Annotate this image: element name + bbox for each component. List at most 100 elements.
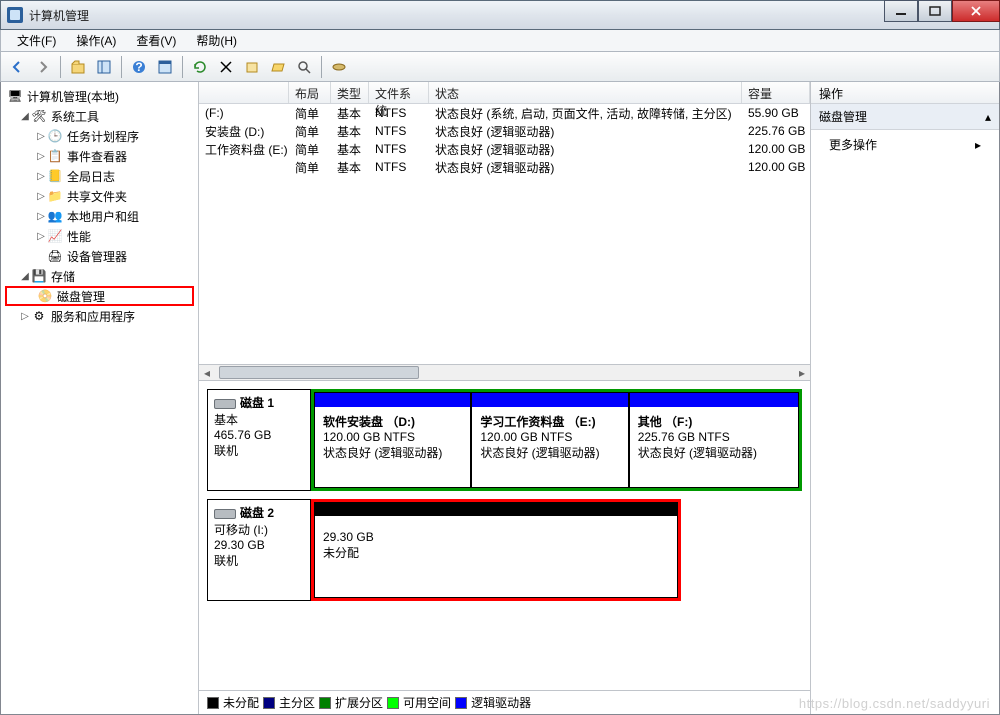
svg-text:?: ? bbox=[135, 60, 142, 74]
volume-f[interactable]: 其他 （F:) 225.76 GB NTFS 状态良好 (逻辑驱动器) bbox=[629, 392, 799, 488]
cell-status: 状态良好 (系统, 启动, 页面文件, 活动, 故障转储, 主分区) bbox=[429, 104, 742, 123]
menu-help[interactable]: 帮助(H) bbox=[188, 30, 245, 51]
expand-icon[interactable]: ▷ bbox=[35, 131, 47, 142]
tree-storage[interactable]: ◢💾存储 bbox=[1, 266, 198, 286]
cell-cap: 225.76 GB bbox=[742, 123, 810, 139]
tree-services-apps[interactable]: ▷⚙服务和应用程序 bbox=[1, 306, 198, 326]
actions-pane: 操作 磁盘管理 ▴ 更多操作 ▸ bbox=[811, 82, 999, 714]
vol-status: 未分配 bbox=[323, 544, 669, 561]
cell-fs: NTFS bbox=[369, 105, 429, 121]
table-row[interactable]: (F:) 简单 基本 NTFS 状态良好 (系统, 启动, 页面文件, 活动, … bbox=[199, 104, 810, 122]
table-row[interactable]: 简单 基本 NTFS 状态良好 (逻辑驱动器) 120.00 GB bbox=[199, 158, 810, 176]
menu-file[interactable]: 文件(F) bbox=[9, 30, 64, 51]
tree-item-label: 共享文件夹 bbox=[67, 188, 127, 205]
maximize-button[interactable] bbox=[918, 0, 952, 22]
cell-fs: NTFS bbox=[369, 123, 429, 139]
disk-type: 可移动 (I:) bbox=[214, 521, 304, 538]
menu-action[interactable]: 操作(A) bbox=[68, 30, 124, 51]
tree-system-tools[interactable]: ◢ 🛠 系统工具 bbox=[1, 106, 198, 126]
tree-task-scheduler[interactable]: ▷🕒任务计划程序 bbox=[1, 126, 198, 146]
forward-button[interactable] bbox=[31, 55, 55, 79]
cell-cap: 120.00 GB bbox=[742, 159, 810, 175]
col-fs[interactable]: 文件系统 bbox=[369, 82, 429, 103]
disk-settings-icon[interactable] bbox=[327, 55, 351, 79]
scrollbar-thumb[interactable] bbox=[219, 366, 419, 379]
folder-icon: 📁 bbox=[47, 188, 63, 204]
menu-view[interactable]: 查看(V) bbox=[128, 30, 184, 51]
expand-icon[interactable]: ▷ bbox=[35, 231, 47, 242]
tree-item-label: 本地用户和组 bbox=[67, 208, 139, 225]
close-button[interactable] bbox=[952, 0, 1000, 22]
table-row[interactable]: 安装盘 (D:) 简单 基本 NTFS 状态良好 (逻辑驱动器) 225.76 … bbox=[199, 122, 810, 140]
tree-item-label: 全局日志 bbox=[67, 168, 115, 185]
vol-title: 学习工作资料盘 （E:) bbox=[480, 413, 619, 430]
tree-disk-management[interactable]: 📀磁盘管理 bbox=[5, 286, 194, 306]
disk-name: 磁盘 2 bbox=[240, 506, 274, 520]
collapse-icon[interactable]: ◢ bbox=[19, 111, 31, 122]
search-icon[interactable] bbox=[292, 55, 316, 79]
help-button[interactable]: ? bbox=[127, 55, 151, 79]
cell-type: 基本 bbox=[331, 104, 369, 123]
scroll-right-icon[interactable]: ▸ bbox=[794, 365, 810, 380]
expand-icon[interactable]: ▷ bbox=[35, 191, 47, 202]
tree-local-users[interactable]: ▷👥本地用户和组 bbox=[1, 206, 198, 226]
tree-pane: 🖥 计算机管理(本地) ◢ 🛠 系统工具 ▷🕒任务计划程序 ▷📋事件查看器 ▷📒… bbox=[1, 82, 199, 714]
tree-device-manager[interactable]: 🖨设备管理器 bbox=[1, 246, 198, 266]
open-icon[interactable] bbox=[266, 55, 290, 79]
disk1-label[interactable]: 磁盘 1 基本 465.76 GB 联机 bbox=[207, 389, 311, 491]
disk-row-1: 磁盘 1 基本 465.76 GB 联机 软件安装盘 （D:) 120.00 G… bbox=[207, 389, 802, 491]
volume-d[interactable]: 软件安装盘 （D:) 120.00 GB NTFS 状态良好 (逻辑驱动器) bbox=[314, 392, 471, 488]
collapse-icon[interactable]: ◢ bbox=[19, 271, 31, 282]
refresh-button[interactable] bbox=[188, 55, 212, 79]
col-status[interactable]: 状态 bbox=[429, 82, 742, 103]
legend-swatch-unallocated bbox=[207, 697, 219, 709]
col-capacity[interactable]: 容量 bbox=[742, 82, 810, 103]
disk-row-2: 磁盘 2 可移动 (I:) 29.30 GB 联机 29.30 GB 未分配 bbox=[207, 499, 802, 601]
col-volume[interactable] bbox=[199, 82, 289, 103]
tree-root[interactable]: 🖥 计算机管理(本地) bbox=[1, 86, 198, 106]
horizontal-scrollbar[interactable]: ◂ ▸ bbox=[199, 364, 810, 380]
col-type[interactable]: 类型 bbox=[331, 82, 369, 103]
tree-global-logs[interactable]: ▷📒全局日志 bbox=[1, 166, 198, 186]
services-icon: ⚙ bbox=[31, 308, 47, 324]
delete-icon[interactable] bbox=[214, 55, 238, 79]
show-hide-tree-button[interactable] bbox=[92, 55, 116, 79]
disk2-label[interactable]: 磁盘 2 可移动 (I:) 29.30 GB 联机 bbox=[207, 499, 311, 601]
cell-name: 工作资料盘 (E:) bbox=[199, 140, 289, 159]
actions-more-label: 更多操作 bbox=[829, 136, 877, 153]
tree-performance[interactable]: ▷📈性能 bbox=[1, 226, 198, 246]
actions-section[interactable]: 磁盘管理 ▴ bbox=[811, 104, 999, 130]
expand-icon[interactable]: ▷ bbox=[35, 171, 47, 182]
cell-status: 状态良好 (逻辑驱动器) bbox=[429, 140, 742, 159]
tree-item-label: 存储 bbox=[51, 268, 75, 285]
minimize-button[interactable] bbox=[884, 0, 918, 22]
up-button[interactable] bbox=[66, 55, 90, 79]
scroll-left-icon[interactable]: ◂ bbox=[199, 365, 215, 380]
legend-label: 逻辑驱动器 bbox=[471, 694, 531, 711]
users-icon: 👥 bbox=[47, 208, 63, 224]
window-buttons bbox=[884, 0, 1000, 22]
expand-icon[interactable]: ▷ bbox=[19, 311, 31, 322]
device-icon: 🖨 bbox=[47, 248, 63, 264]
tree-event-viewer[interactable]: ▷📋事件查看器 bbox=[1, 146, 198, 166]
center-pane: 布局 类型 文件系统 状态 容量 (F:) 简单 基本 NTFS 状态良好 (系… bbox=[199, 82, 811, 714]
tools-icon: 🛠 bbox=[31, 108, 47, 124]
col-layout[interactable]: 布局 bbox=[289, 82, 331, 103]
volume-header: 布局 类型 文件系统 状态 容量 bbox=[199, 82, 810, 104]
storage-icon: 💾 bbox=[31, 268, 47, 284]
export-icon[interactable] bbox=[240, 55, 264, 79]
table-row[interactable]: 工作资料盘 (E:) 简单 基本 NTFS 状态良好 (逻辑驱动器) 120.0… bbox=[199, 140, 810, 158]
properties-button[interactable] bbox=[153, 55, 177, 79]
back-button[interactable] bbox=[5, 55, 29, 79]
cell-name: (F:) bbox=[199, 105, 289, 121]
tree-shared-folders[interactable]: ▷📁共享文件夹 bbox=[1, 186, 198, 206]
disk-name: 磁盘 1 bbox=[240, 396, 274, 410]
expand-icon[interactable]: ▷ bbox=[35, 211, 47, 222]
volume-e[interactable]: 学习工作资料盘 （E:) 120.00 GB NTFS 状态良好 (逻辑驱动器) bbox=[471, 392, 628, 488]
expand-icon[interactable]: ▷ bbox=[35, 151, 47, 162]
actions-more[interactable]: 更多操作 ▸ bbox=[811, 130, 999, 159]
volume-unallocated[interactable]: 29.30 GB 未分配 bbox=[314, 502, 678, 598]
menu-bar: 文件(F) 操作(A) 查看(V) 帮助(H) bbox=[0, 30, 1000, 52]
volume-table: 布局 类型 文件系统 状态 容量 (F:) 简单 基本 NTFS 状态良好 (系… bbox=[199, 82, 810, 380]
cell-layout: 简单 bbox=[289, 158, 331, 177]
